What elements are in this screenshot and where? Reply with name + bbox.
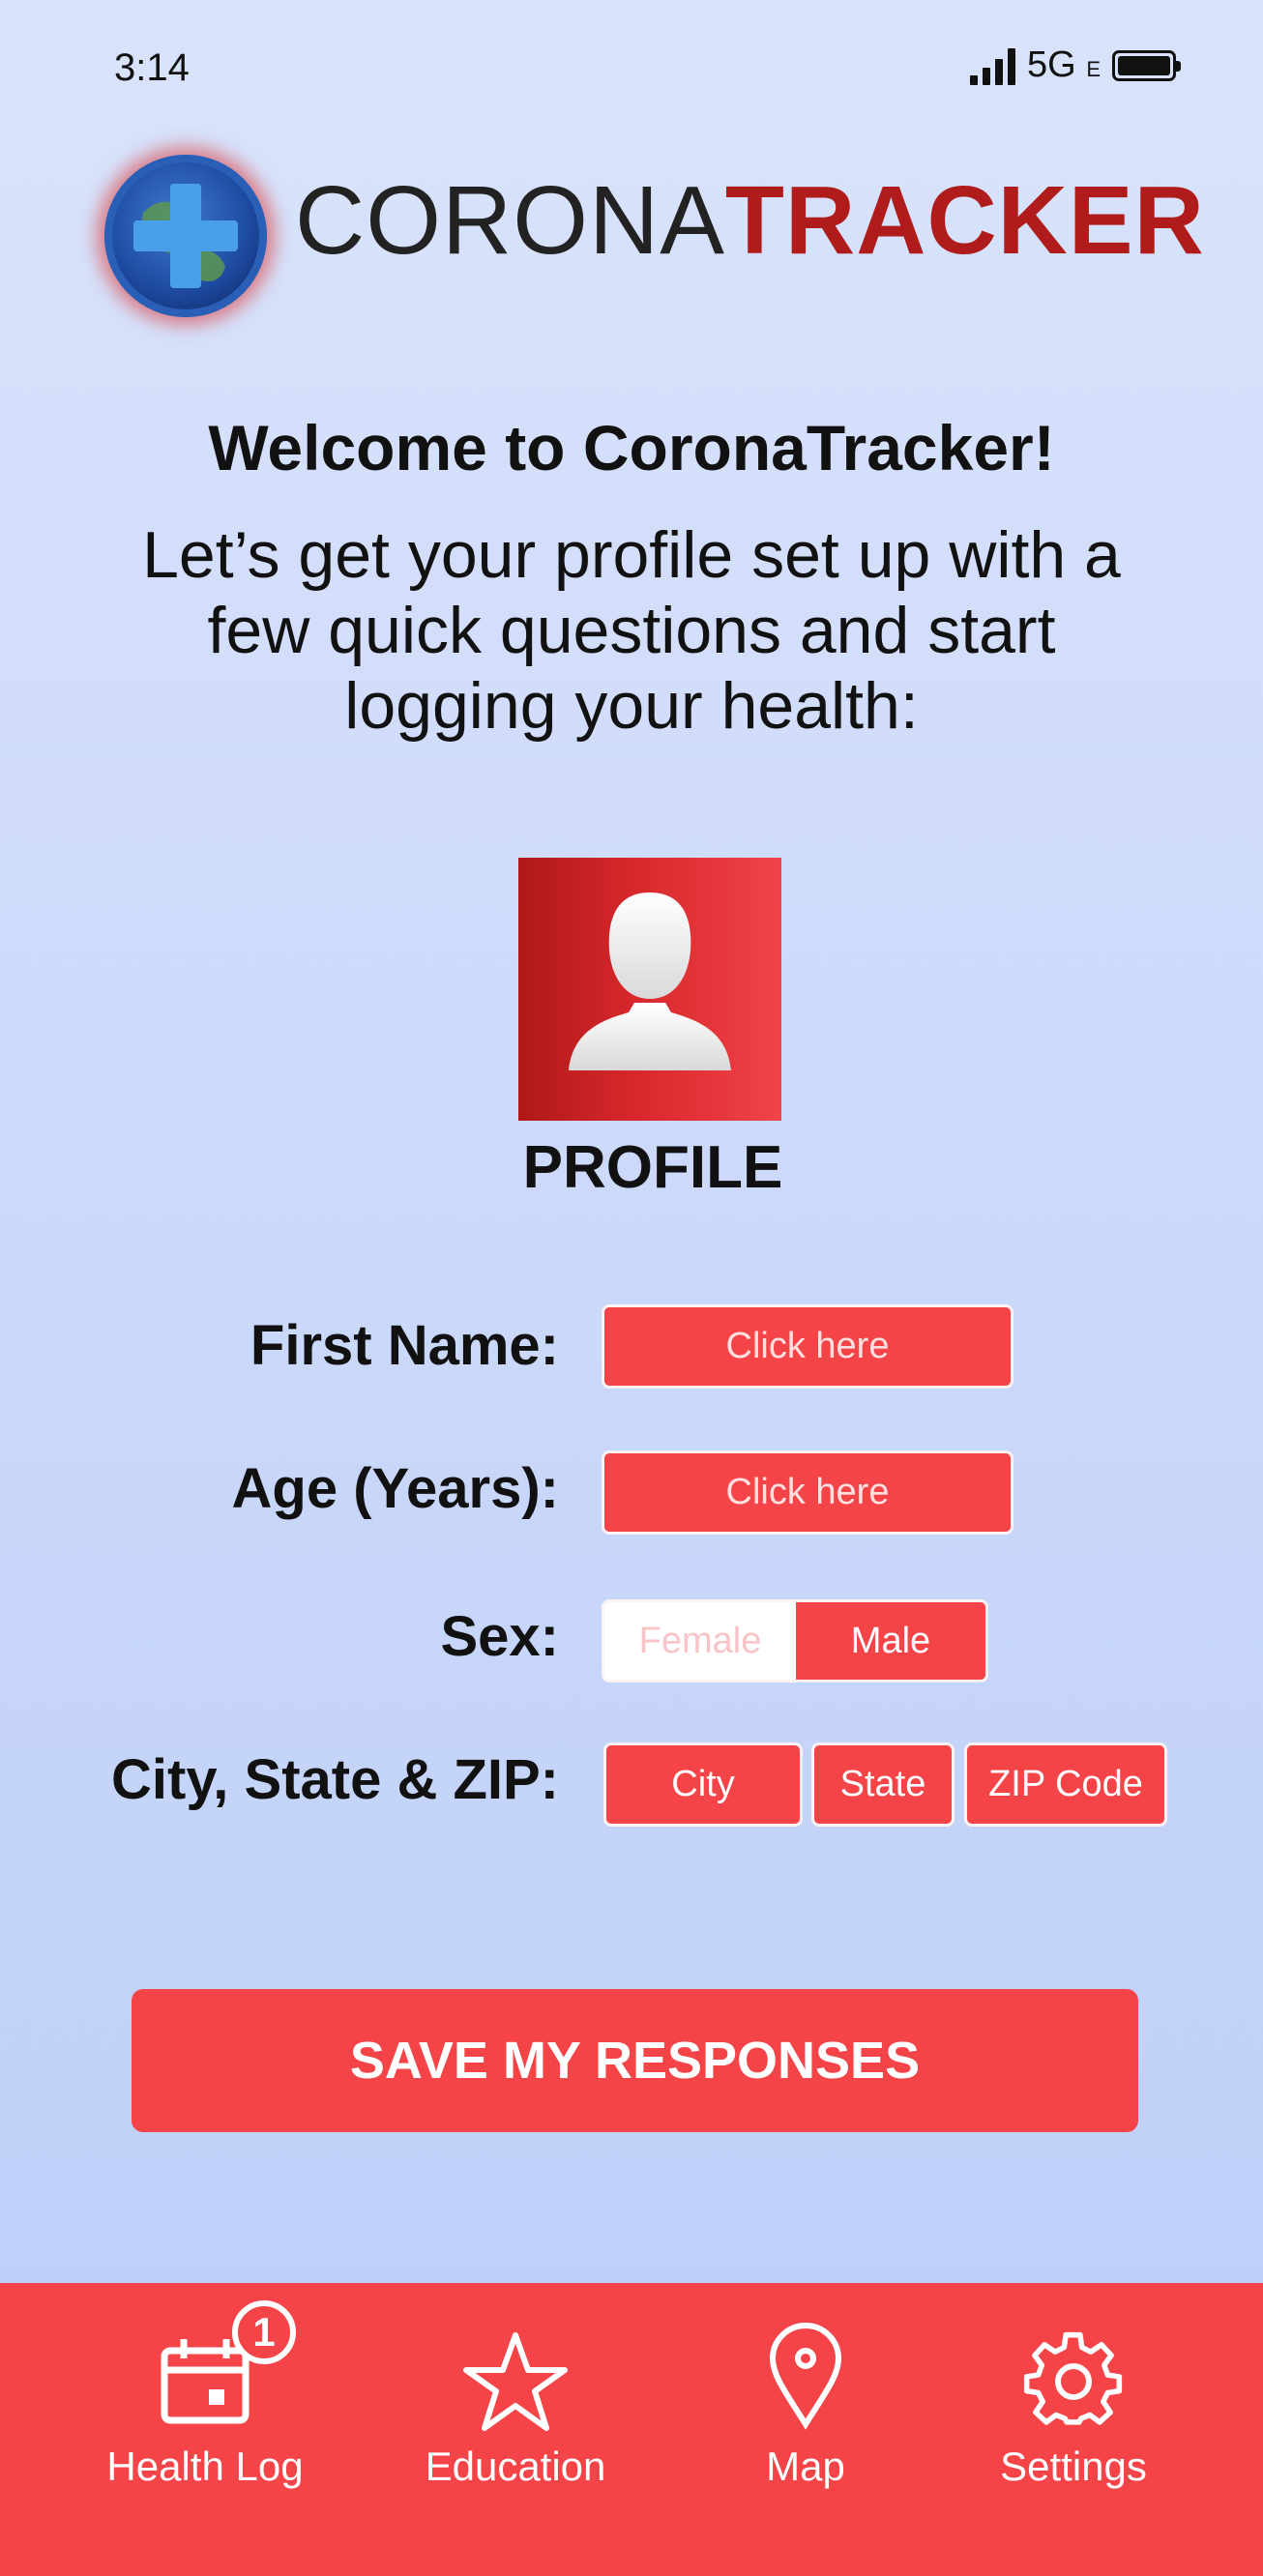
- sex-toggle[interactable]: Female Male: [602, 1599, 988, 1683]
- profile-avatar[interactable]: [518, 858, 781, 1121]
- age-field[interactable]: Click here: [602, 1450, 1013, 1535]
- tab-map[interactable]: Map: [661, 2283, 951, 2576]
- tab-settings[interactable]: Settings: [928, 2283, 1219, 2576]
- sex-label: Sex:: [440, 1605, 559, 1668]
- profile-label: PROFILE: [522, 1134, 783, 1201]
- tab-label: Health Log: [106, 2444, 304, 2489]
- logo-part-tracker: TRACKER: [724, 166, 1205, 275]
- sex-option-male[interactable]: Male: [795, 1602, 985, 1680]
- save-responses-button[interactable]: SAVE MY RESPONSES: [132, 1989, 1138, 2132]
- tab-health-log[interactable]: 1 Health Log: [60, 2283, 350, 2576]
- map-pin-icon: [767, 2322, 844, 2435]
- state-field[interactable]: State: [811, 1742, 955, 1827]
- logo-part-corona: CORONA: [295, 166, 725, 275]
- globe-cross-logo-icon: [104, 155, 267, 317]
- gear-icon: [1023, 2331, 1124, 2437]
- tab-label: Settings: [1000, 2444, 1147, 2489]
- location-label: City, State & ZIP:: [111, 1748, 559, 1811]
- tab-education[interactable]: Education: [370, 2283, 661, 2576]
- battery-icon: [1112, 49, 1181, 81]
- network-indicator: 5G E: [1027, 44, 1101, 86]
- status-icons: 5G E: [970, 44, 1181, 86]
- status-time: 3:14: [114, 46, 190, 89]
- first-name-label: First Name:: [250, 1314, 559, 1377]
- tab-label: Education: [425, 2444, 606, 2489]
- age-label: Age (Years):: [231, 1457, 559, 1520]
- signal-icon: [970, 46, 1016, 85]
- bottom-tab-bar: 1 Health Log Education Map Settings: [0, 2283, 1263, 2576]
- welcome-heading: Welcome to CoronaTracker!: [208, 412, 1055, 483]
- notification-badge: 1: [232, 2300, 296, 2364]
- network-label: 5G: [1027, 44, 1076, 85]
- app-logo-text: CORONATRACKER: [295, 172, 1205, 269]
- network-sub: E: [1086, 57, 1101, 81]
- intro-text: Let’s get your profile set up with a few…: [142, 518, 1121, 743]
- tab-label: Map: [766, 2444, 845, 2489]
- zip-field[interactable]: ZIP Code: [964, 1742, 1167, 1827]
- sex-option-female[interactable]: Female: [604, 1602, 796, 1680]
- person-silhouette-icon: [569, 893, 731, 1070]
- first-name-field[interactable]: Click here: [602, 1304, 1013, 1389]
- star-icon: [462, 2331, 569, 2437]
- city-field[interactable]: City: [603, 1742, 803, 1827]
